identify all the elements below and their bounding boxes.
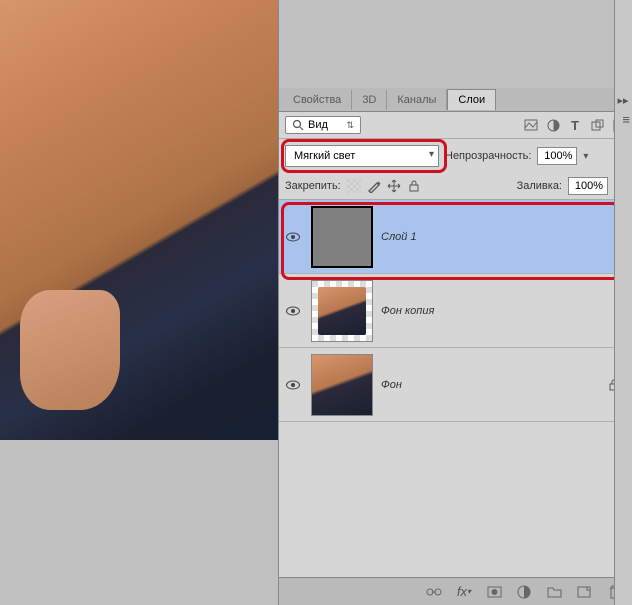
panel-menu-icon[interactable]: ≡ — [622, 112, 630, 127]
layer-name[interactable]: Слой 1 — [381, 231, 417, 243]
tab-layers[interactable]: Слои — [447, 89, 496, 110]
chevron-updown-icon: ⇅ — [346, 120, 354, 131]
panel-collapse-icon[interactable]: ▸▸ — [614, 88, 632, 112]
lock-transparency-icon[interactable] — [347, 179, 361, 193]
lock-pixels-icon[interactable] — [367, 179, 381, 193]
layers-list[interactable]: Слой 1 Фон копия Фон — [279, 200, 632, 577]
layer-filter-row: Вид ⇅ T — [279, 112, 632, 139]
panel-spacer — [279, 0, 632, 88]
search-icon — [292, 119, 304, 131]
layer-effects-icon[interactable]: fx▾ — [456, 584, 472, 600]
lock-position-icon[interactable] — [387, 179, 401, 193]
lock-buttons — [347, 179, 421, 193]
lock-fill-row: Закрепить: Заливка: 100% ▾ — [279, 173, 632, 200]
blend-mode-value: Мягкий свет — [294, 150, 355, 162]
layer-thumbnail[interactable] — [311, 354, 373, 416]
blend-opacity-row: Мягкий свет Непрозрачность: 100% ▾ — [279, 139, 632, 173]
tab-properties[interactable]: Свойства — [283, 90, 352, 110]
adjustment-layer-icon[interactable] — [516, 584, 532, 600]
layer-name[interactable]: Фон копия — [381, 305, 434, 317]
layer-visibility-toggle[interactable] — [283, 301, 303, 321]
layer-name[interactable]: Фон — [381, 379, 402, 391]
fill-value[interactable]: 100% — [568, 177, 608, 195]
new-layer-icon[interactable] — [576, 584, 592, 600]
layer-filter-select[interactable]: Вид ⇅ — [285, 116, 361, 134]
eye-icon — [286, 306, 300, 316]
layer-item[interactable]: Фон — [279, 348, 632, 422]
lock-label: Закрепить: — [285, 180, 341, 192]
opacity-label: Непрозрачность: — [445, 150, 531, 162]
layers-bottom-toolbar: fx▾ — [279, 577, 632, 605]
panel-tabs: Свойства 3D Каналы Слои — [279, 88, 632, 112]
layer-mask-icon[interactable] — [486, 584, 502, 600]
filter-type-icon[interactable]: T — [568, 118, 582, 132]
filter-adjustment-icon[interactable] — [546, 118, 560, 132]
opacity-value[interactable]: 100% — [537, 147, 577, 165]
eye-icon — [286, 380, 300, 390]
canvas-image — [0, 0, 278, 440]
lock-all-icon[interactable] — [407, 179, 421, 193]
layer-visibility-toggle[interactable] — [283, 375, 303, 395]
opacity-chevron-icon[interactable]: ▾ — [583, 151, 595, 162]
fill-label: Заливка: — [517, 180, 562, 192]
layer-item[interactable]: Слой 1 — [279, 200, 632, 274]
tab-3d[interactable]: 3D — [352, 90, 387, 110]
filter-type-icons: T — [524, 118, 626, 132]
blend-mode-select[interactable]: Мягкий свет — [285, 145, 439, 167]
layer-visibility-toggle[interactable] — [283, 227, 303, 247]
layer-group-icon[interactable] — [546, 584, 562, 600]
layer-thumbnail[interactable] — [311, 280, 373, 342]
link-layers-icon[interactable] — [426, 584, 442, 600]
layers-panel: Свойства 3D Каналы Слои Вид ⇅ T Мягкий с… — [278, 0, 632, 605]
canvas-empty-area — [0, 440, 278, 605]
filter-label: Вид — [308, 119, 328, 131]
layer-item[interactable]: Фон копия — [279, 274, 632, 348]
filter-shape-icon[interactable] — [590, 118, 604, 132]
document-canvas[interactable] — [0, 0, 278, 605]
eye-icon — [286, 232, 300, 242]
layer-thumbnail[interactable] — [311, 206, 373, 268]
tab-channels[interactable]: Каналы — [387, 90, 447, 110]
filter-pixel-icon[interactable] — [524, 118, 538, 132]
